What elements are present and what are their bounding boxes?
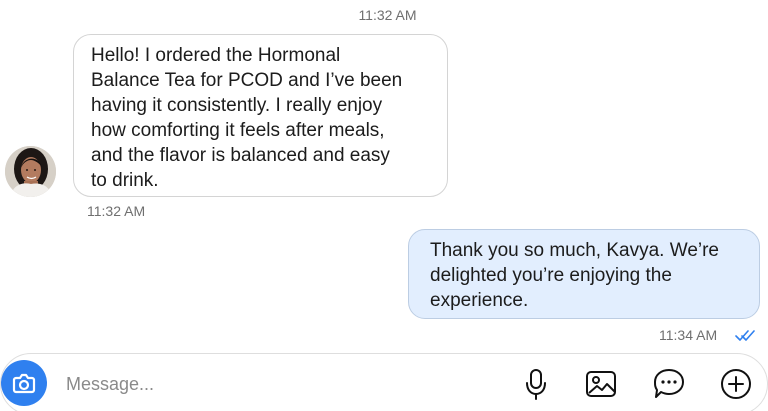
- sticker-button[interactable]: [652, 367, 686, 401]
- chat-bubble-dots-icon: [654, 369, 684, 398]
- add-button[interactable]: [719, 367, 753, 401]
- avatar[interactable]: [5, 146, 56, 197]
- avatar-image: [5, 146, 56, 197]
- conversation-timestamp: 11:32 AM: [358, 7, 417, 23]
- message-input[interactable]: [66, 370, 496, 398]
- outgoing-message-time: 11:34 AM: [659, 327, 718, 343]
- camera-button[interactable]: [1, 360, 47, 406]
- outgoing-message-bubble[interactable]: Thank you so much, Kavya. We’re delighte…: [408, 229, 760, 319]
- chat-screen: 11:32 AM Hello! I ordered the Hormonal B…: [0, 0, 768, 411]
- incoming-message-bubble[interactable]: Hello! I ordered the Hormonal Balance Te…: [73, 34, 448, 197]
- microphone-button[interactable]: [519, 367, 553, 401]
- incoming-message-time: 11:32 AM: [87, 203, 146, 219]
- microphone-icon: [526, 369, 546, 400]
- camera-icon: [12, 373, 36, 394]
- gallery-icon: [586, 371, 616, 397]
- gallery-button[interactable]: [584, 367, 618, 401]
- double-check-icon: [735, 330, 755, 341]
- plus-circle-icon: [721, 369, 751, 399]
